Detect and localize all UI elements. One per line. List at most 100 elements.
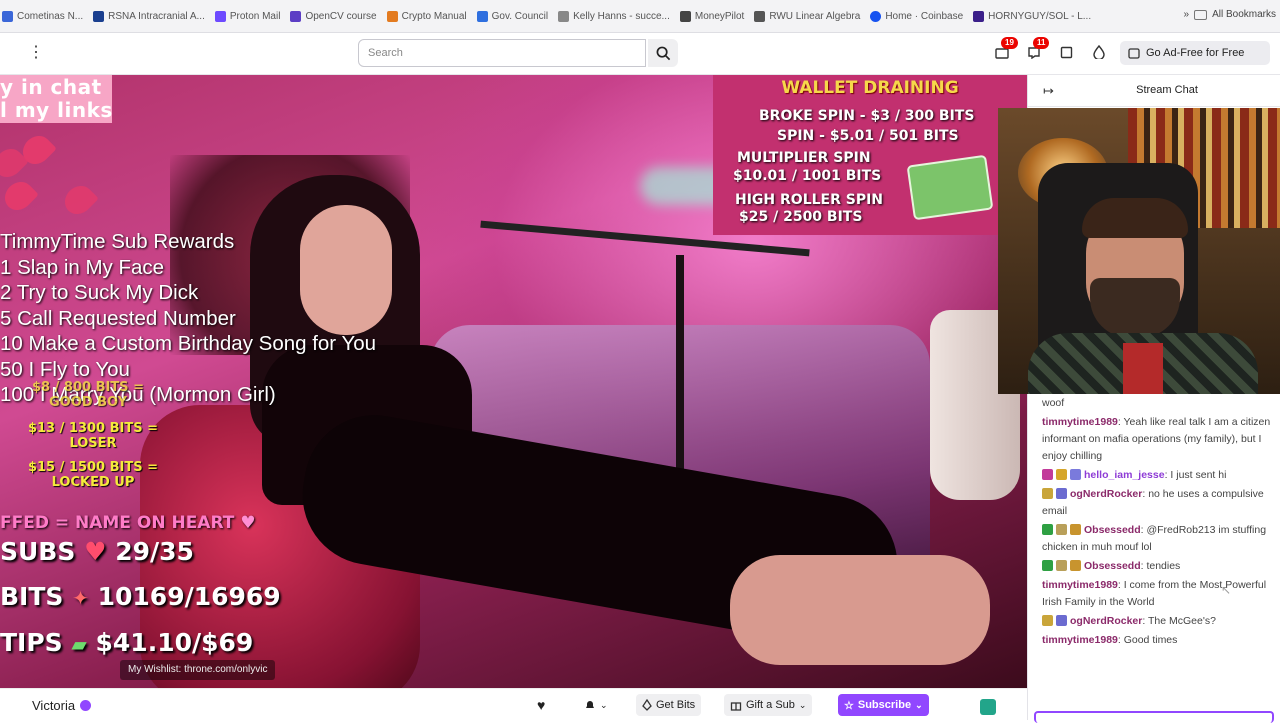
chat-username[interactable]: timmytime1989 [1042, 579, 1118, 591]
more-menu-icon[interactable]: ⋮ [28, 44, 44, 62]
get-bits-label: Get Bits [656, 699, 696, 711]
cash-stack-icon [906, 154, 994, 221]
bookmark-item[interactable]: Home · Coinbase [870, 10, 963, 22]
chat-username[interactable]: ogNerdRocker [1070, 615, 1142, 627]
ad-free-label: Go Ad-Free for Free [1146, 47, 1245, 59]
get-bits-button[interactable]: Get Bits [636, 694, 702, 716]
reward-item: 1 Slap in My Face [0, 255, 165, 279]
bookmark-icon [870, 10, 882, 22]
verified-icon [80, 700, 92, 711]
badge-icon [1056, 524, 1067, 535]
bits-tier-reward: LOSER [69, 436, 117, 451]
wallet-line: BROKE SPIN - $3 / 300 BITS [759, 108, 975, 124]
heart-icon: ♥ [240, 513, 256, 533]
bits-tier: $13 / 1300 BITS = LOSER [18, 421, 168, 451]
bookmark-icon [679, 10, 691, 22]
bookmark-item[interactable]: HORNYGUY/SOL - L... [973, 10, 1091, 22]
whisper-icon [1060, 46, 1072, 58]
badge-icon [1056, 615, 1067, 626]
search-icon [656, 46, 670, 60]
channel-name-group[interactable]: Victoria [32, 698, 92, 713]
mouse-cursor-icon: ↖ [1221, 583, 1232, 597]
chat-message: ogNerdRocker: no he uses a compulsive em… [1042, 486, 1272, 520]
chat-message-text: : tendies [1140, 560, 1181, 572]
gift-sub-button[interactable]: Gift a Sub ⌄ [724, 694, 813, 716]
bookmark-item[interactable]: Gov. Council [476, 10, 548, 22]
bits-tier-price: $15 / 1500 BITS = [27, 460, 159, 475]
badge-icon [1070, 560, 1081, 571]
name-on-heart-line: FFED = NAME ON HEART ♥ [0, 513, 256, 533]
gift-icon [730, 702, 742, 711]
heart-icon [59, 180, 99, 220]
bookmark-item[interactable]: MoneyPilot [679, 10, 744, 22]
chat-username[interactable]: hello_iam_jesse [1084, 469, 1165, 481]
heart-follow-icon[interactable]: ♥ [537, 697, 545, 713]
chat-username[interactable]: timmytime1989 [1042, 416, 1118, 428]
search-button[interactable] [648, 39, 678, 67]
ad-free-button[interactable]: Go Ad-Free for Free [1120, 41, 1270, 65]
search-input[interactable]: Search [358, 39, 646, 67]
chat-username[interactable]: Obsessedd [1084, 560, 1141, 572]
channel-name[interactable]: Victoria [32, 698, 75, 713]
chat-username[interactable]: ogNerdRocker [1070, 488, 1142, 500]
subscribe-button[interactable]: ☆ Subscribe ⌄ [838, 694, 929, 716]
bits-tier: $15 / 1500 BITS = LOCKED UP [18, 460, 168, 490]
wallet-line: $10.01 / 1001 BITS [733, 168, 882, 184]
inbox-button[interactable]: 11 [1025, 37, 1050, 60]
chat-username[interactable]: Obsessedd [1084, 524, 1141, 536]
bookmark-item[interactable]: Proton Mail [214, 10, 280, 22]
chat-title: Stream Chat [1136, 84, 1198, 96]
bookmark-item[interactable]: Kelly Hanns - succe... [558, 10, 670, 22]
streamer-feet [730, 555, 990, 665]
all-bookmarks-button[interactable]: All Bookmarks [1212, 9, 1276, 20]
bookmark-icon [290, 10, 302, 22]
folder-icon [1194, 9, 1208, 20]
notifications-count: 19 [1001, 37, 1018, 49]
notifications-button[interactable]: 19 [993, 37, 1018, 60]
ad-free-icon [1128, 47, 1140, 59]
bits-tier-price: $13 / 1300 BITS = [27, 421, 159, 436]
bits-value: 10169/16969 [97, 582, 281, 611]
drop-icon [1093, 45, 1105, 59]
chat-header: ↦ Stream Chat [1028, 75, 1280, 107]
wallet-line: HIGH ROLLER SPIN [735, 192, 884, 208]
badge-icon [1042, 469, 1053, 480]
bookmark-icon [558, 10, 570, 22]
notifications-bell-button[interactable]: ⌄ [578, 694, 614, 716]
bookmark-item[interactable]: RSNA Intracranial A... [93, 10, 205, 22]
badge-icon [1042, 615, 1053, 626]
chat-message: hello_iam_jesse: I just sent hi [1042, 467, 1272, 484]
chat-input[interactable] [1034, 711, 1274, 723]
bookmark-icon [754, 10, 766, 22]
chat-message-text: : Good times [1117, 634, 1178, 646]
bookmark-item[interactable]: Crypto Manual [386, 10, 467, 22]
subs-counter: SUBS ♥ 29/35 [0, 537, 194, 566]
webcam-person-tee [1123, 343, 1163, 394]
badge-icon [1056, 469, 1067, 480]
badge-icon [1056, 560, 1067, 571]
heart-icon [0, 176, 39, 216]
wallet-line: MULTIPLIER SPIN [737, 150, 871, 166]
bookmark-item[interactable]: OpenCV course [290, 10, 377, 22]
bits-gem-icon: ✦ [72, 586, 89, 610]
chat-username[interactable]: timmytime1989 [1042, 634, 1118, 646]
bookmark-icon [973, 10, 985, 22]
bookmark-item[interactable]: Cometinas N... [2, 10, 83, 22]
bookmarks-overflow-button[interactable]: » [1184, 9, 1190, 20]
chat-message: timmytime1989: Yeah like real talk I am … [1042, 414, 1272, 465]
bits-counter: BITS ✦ 10169/16969 [0, 582, 281, 611]
bits-tier-price: $8 / 800 BITS = [32, 380, 144, 395]
bookmark-item[interactable]: RWU Linear Algebra [754, 10, 860, 22]
chat-message: Obsessedd: @FredRob213 im stuffing chick… [1042, 522, 1272, 556]
inbox-count: 11 [1033, 37, 1050, 49]
whispers-button[interactable] [1057, 44, 1075, 60]
chat-message: woof [1042, 395, 1272, 412]
bits-tier-reward: LOCKED UP [51, 475, 135, 490]
top-left-line2: l my links [0, 98, 113, 122]
heart-icon: ♥ [84, 537, 107, 566]
video-player[interactable]: y in chat l my links TimmyTime Sub Rewar… [0, 75, 1027, 688]
extension-icon[interactable] [980, 699, 996, 715]
name-on-heart-text: FFED = NAME ON HEART [0, 513, 235, 533]
drops-button[interactable] [1090, 44, 1108, 60]
chat-message-text: woof [1042, 397, 1065, 409]
